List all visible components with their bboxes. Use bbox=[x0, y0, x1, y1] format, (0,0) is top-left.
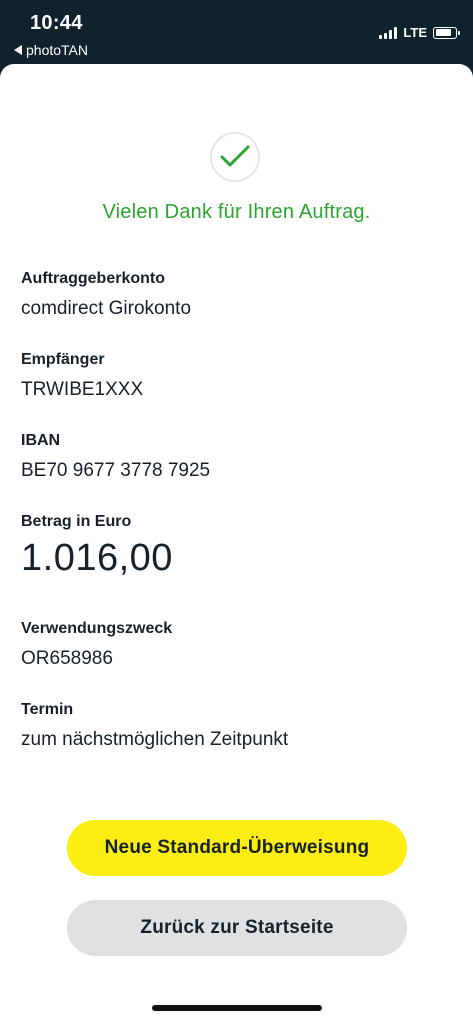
checkmark-icon bbox=[210, 132, 260, 182]
battery-level bbox=[435, 29, 451, 36]
recipient-label: Empfänger bbox=[21, 351, 105, 368]
iban-label: IBAN bbox=[21, 432, 61, 449]
home-indicator[interactable] bbox=[152, 1005, 322, 1011]
purpose-label: Verwendungszweck bbox=[21, 620, 173, 637]
back-to-app-link[interactable]: photoTAN bbox=[14, 42, 88, 58]
iban-field: IBAN BE70 9677 3778 7925 bbox=[21, 431, 210, 483]
amount-field: Betrag in Euro 1.016,00 bbox=[21, 512, 173, 580]
back-app-label: photoTAN bbox=[26, 42, 88, 58]
recipient-value: TRWIBE1XXX bbox=[21, 379, 144, 400]
iban-value: BE70 9677 3778 7925 bbox=[21, 460, 211, 481]
back-arrow-icon bbox=[14, 45, 22, 55]
sender-account-label: Auftraggeberkonto bbox=[21, 270, 165, 287]
checkmark-glyph bbox=[220, 145, 250, 167]
amount-label: Betrag in Euro bbox=[21, 513, 132, 530]
status-time: 10:44 bbox=[30, 12, 83, 34]
status-bar: 10:44 photoTAN LTE bbox=[0, 0, 473, 66]
confirmation-message: Vielen Dank für Ihren Auftrag. bbox=[102, 201, 371, 223]
battery-icon bbox=[433, 26, 460, 39]
purpose-value: OR658986 bbox=[21, 648, 113, 669]
date-label: Termin bbox=[21, 701, 74, 718]
back-to-home-button[interactable]: Zurück zur Startseite bbox=[67, 900, 407, 956]
purpose-field: Verwendungszweck OR658986 bbox=[21, 619, 172, 671]
sender-account-value: comdirect Girokonto bbox=[21, 298, 192, 319]
network-type: LTE bbox=[403, 25, 427, 40]
sender-account-field: Auftraggeberkonto comdirect Girokonto bbox=[21, 269, 191, 321]
new-transfer-button[interactable]: Neue Standard-Überweisung bbox=[67, 820, 407, 876]
recipient-field: Empfänger TRWIBE1XXX bbox=[21, 350, 143, 402]
confirmation-sheet: Vielen Dank für Ihren Auftrag. Auftragge… bbox=[0, 64, 473, 1024]
date-value: zum nächstmöglichen Zeitpunkt bbox=[21, 729, 289, 750]
amount-value: 1.016,00 bbox=[21, 537, 173, 579]
date-field: Termin zum nächstmöglichen Zeitpunkt bbox=[21, 700, 288, 752]
cellular-signal-icon bbox=[379, 26, 398, 39]
status-indicators: LTE bbox=[379, 25, 460, 40]
